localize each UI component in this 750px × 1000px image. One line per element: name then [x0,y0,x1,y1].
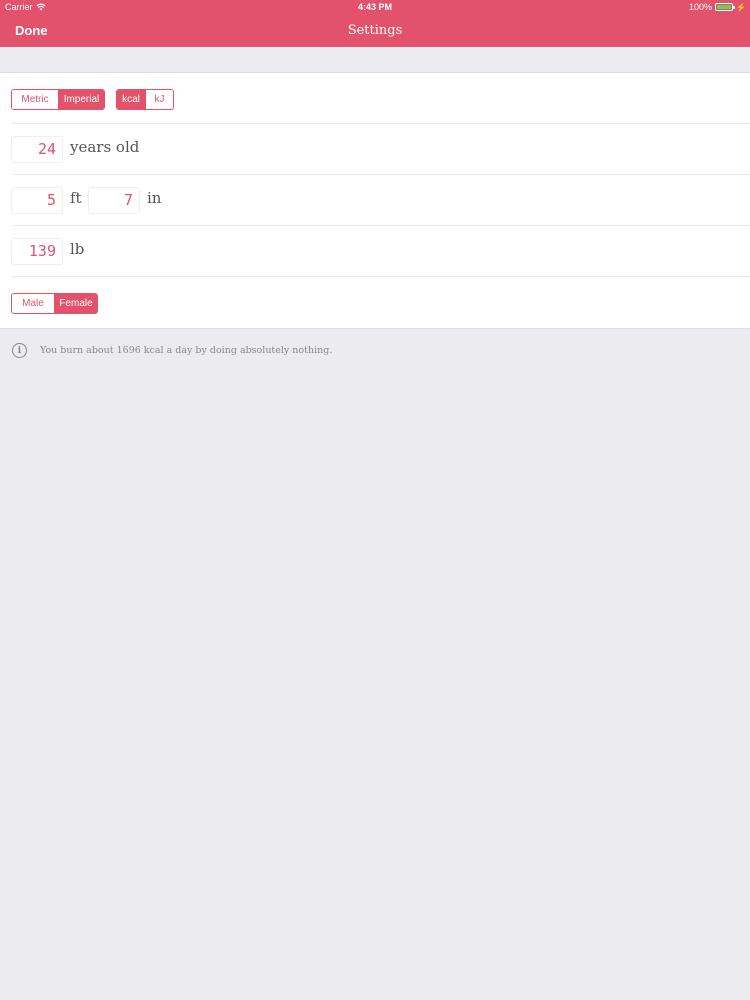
measurement-system-control: Metric Imperial [11,89,105,110]
height-row: 5 ft 7 in [0,175,750,226]
battery-percent: 100% [689,2,713,12]
male-option[interactable]: Male [12,294,54,313]
battery-icon [715,3,736,11]
info-icon: i [12,343,27,358]
navigation-bar: Done Settings [0,14,750,47]
age-row: 24 years old [0,124,750,175]
sex-row: Male Female [0,277,750,328]
weight-field[interactable]: 139 [11,238,63,265]
kj-option[interactable]: kJ [144,90,173,109]
imperial-option[interactable]: Imperial [58,90,104,109]
female-option[interactable]: Female [54,294,97,313]
height-inches-field[interactable]: 7 [88,187,140,214]
kcal-option[interactable]: kcal [117,90,145,109]
status-time: 4:43 PM [357,2,392,12]
settings-panel: Metric Imperial kcal kJ 24 years old 5 f… [0,72,750,329]
metric-option[interactable]: Metric [12,90,58,109]
top-bar: Carrier 4:43 PM 100% ⚡ Done Settings [0,0,750,47]
age-field[interactable]: 24 [11,136,63,163]
status-bar: Carrier 4:43 PM 100% ⚡ [0,0,750,14]
info-message: i You burn about 1696 kcal a day by doin… [12,343,332,358]
feet-unit-label: ft [70,189,82,207]
page-title: Settings [347,23,403,38]
battery-indicator: 100% ⚡ [689,2,746,12]
charging-icon: ⚡ [736,2,746,12]
energy-unit-control: kcal kJ [116,89,174,110]
units-row: Metric Imperial kcal kJ [0,73,750,124]
weight-row: 139 lb [0,226,750,277]
height-feet-field[interactable]: 5 [11,187,63,214]
sex-control: Male Female [11,293,98,314]
bmr-message: You burn about 1696 kcal a day by doing … [40,345,333,356]
weight-unit-label: lb [70,240,85,258]
inches-unit-label: in [147,189,162,207]
age-unit-label: years old [70,138,140,156]
